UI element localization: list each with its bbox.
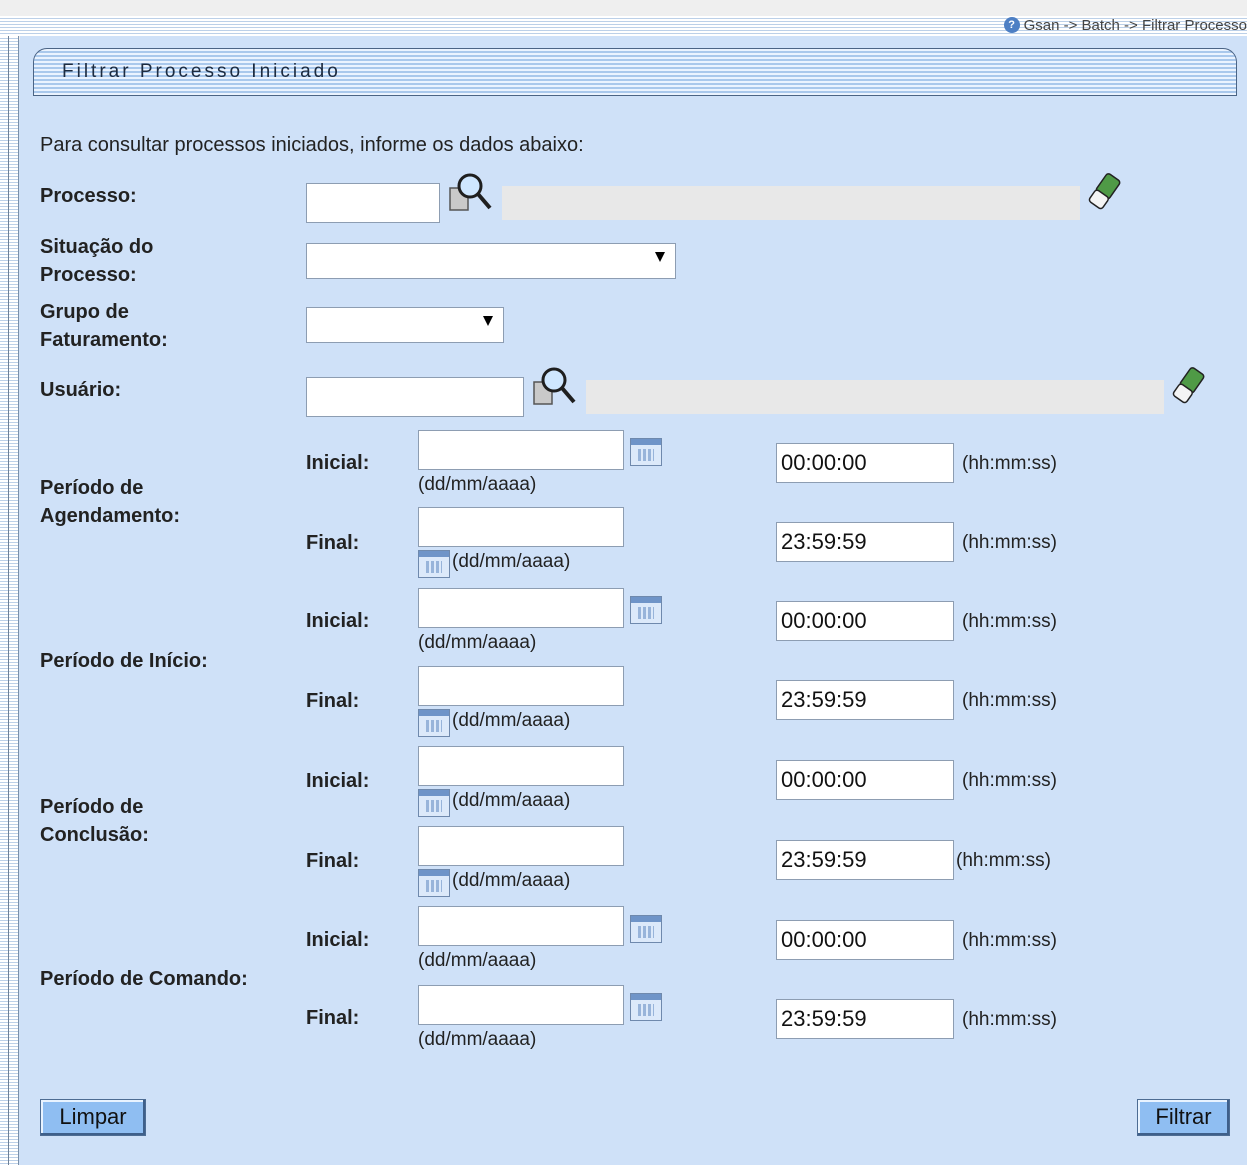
inicio-final-time-format: (hh:mm:ss) <box>962 690 1057 711</box>
left-rail <box>0 36 19 1165</box>
inicio-final-time-input[interactable]: 23:59:59 <box>776 680 954 720</box>
usuario-input[interactable] <box>306 377 524 417</box>
usuario-search-icon[interactable] <box>532 366 578 408</box>
conclusao-inicial-label: Inicial: <box>306 770 370 792</box>
inicio-inicial-date-format: (dd/mm/aaaa) <box>418 632 537 653</box>
comando-inicial-date-input[interactable] <box>418 906 624 946</box>
agendamento-inicial-date-format: (dd/mm/aaaa) <box>418 474 537 495</box>
limpar-button[interactable]: Limpar <box>40 1099 146 1136</box>
agendamento-final-date-input[interactable] <box>418 507 624 547</box>
breadcrumb: ? Gsan -> Batch -> Filtrar Processo <box>1003 14 1247 36</box>
agendamento-inicial-time-input[interactable]: 00:00:00 <box>776 443 954 483</box>
periodo-conclusao-label-line1: Período de <box>40 796 144 818</box>
conclusao-final-date-format: (dd/mm/aaaa) <box>452 870 571 891</box>
processo-search-icon[interactable] <box>448 172 494 214</box>
periodo-comando-label: Período de Comando: <box>40 968 248 990</box>
comando-final-date-format: (dd/mm/aaaa) <box>418 1029 537 1050</box>
agendamento-final-label: Final: <box>306 532 360 554</box>
grupo-select[interactable] <box>306 307 504 343</box>
calendar-icon[interactable] <box>418 709 450 737</box>
comando-inicial-label: Inicial: <box>306 929 370 951</box>
agendamento-final-time-input[interactable]: 23:59:59 <box>776 522 954 562</box>
breadcrumb-text: Gsan -> Batch -> Filtrar Processo <box>1023 16 1247 34</box>
calendar-icon[interactable] <box>630 596 662 624</box>
calendar-icon[interactable] <box>630 915 662 943</box>
inicio-inicial-time-format: (hh:mm:ss) <box>962 611 1057 632</box>
grupo-label-line1: Grupo de <box>40 301 129 323</box>
inicio-inicial-label: Inicial: <box>306 610 370 632</box>
comando-final-date-input[interactable] <box>418 985 624 1025</box>
situacao-select[interactable] <box>306 243 676 279</box>
situacao-label-line1: Situação do <box>40 236 154 258</box>
periodo-agendamento-label-line1: Período de <box>40 477 144 499</box>
periodo-agendamento-label-line2: Agendamento: <box>40 505 180 527</box>
periodo-conclusao-label-line2: Conclusão: <box>40 824 149 846</box>
processo-input[interactable] <box>306 183 440 223</box>
comando-inicial-time-format: (hh:mm:ss) <box>962 930 1057 951</box>
conclusao-inicial-time-format: (hh:mm:ss) <box>962 770 1057 791</box>
agendamento-final-time-format: (hh:mm:ss) <box>962 532 1057 553</box>
chevron-down-icon <box>483 316 493 326</box>
left-rail-line <box>8 36 9 1165</box>
calendar-icon[interactable] <box>418 789 450 817</box>
inicio-inicial-time-input[interactable]: 00:00:00 <box>776 601 954 641</box>
agendamento-final-date-format: (dd/mm/aaaa) <box>452 551 571 572</box>
inicio-inicial-date-input[interactable] <box>418 588 624 628</box>
agendamento-inicial-label: Inicial: <box>306 452 370 474</box>
page-title: Filtrar Processo Iniciado <box>62 61 341 82</box>
processo-label: Processo: <box>40 185 137 207</box>
conclusao-final-label: Final: <box>306 850 360 872</box>
calendar-icon[interactable] <box>630 438 662 466</box>
comando-inicial-date-format: (dd/mm/aaaa) <box>418 950 537 971</box>
comando-inicial-time-input[interactable]: 00:00:00 <box>776 920 954 960</box>
title-bar: Filtrar Processo Iniciado <box>33 48 1237 96</box>
inicio-final-label: Final: <box>306 690 360 712</box>
calendar-icon[interactable] <box>418 869 450 897</box>
comando-final-time-format: (hh:mm:ss) <box>962 1009 1057 1030</box>
periodo-inicio-label: Período de Início: <box>40 650 208 672</box>
conclusao-final-time-format: (hh:mm:ss) <box>956 850 1051 871</box>
calendar-icon[interactable] <box>630 993 662 1021</box>
inicio-final-date-input[interactable] <box>418 666 624 706</box>
calendar-icon[interactable] <box>418 550 450 578</box>
conclusao-final-date-input[interactable] <box>418 826 624 866</box>
usuario-label: Usuário: <box>40 379 122 401</box>
situacao-label-line2: Processo: <box>40 264 137 286</box>
conclusao-inicial-date-input[interactable] <box>418 746 624 786</box>
help-icon[interactable]: ? <box>1003 17 1020 33</box>
processo-eraser-icon[interactable] <box>1086 172 1122 212</box>
agendamento-inicial-time-format: (hh:mm:ss) <box>962 453 1057 474</box>
conclusao-inicial-time-input[interactable]: 00:00:00 <box>776 760 954 800</box>
comando-final-label: Final: <box>306 1007 360 1029</box>
usuario-description <box>586 380 1164 414</box>
filtrar-button[interactable]: Filtrar <box>1137 1099 1230 1136</box>
intro-text: Para consultar processos iniciados, info… <box>40 134 584 156</box>
grupo-label-line2: Faturamento: <box>40 329 168 351</box>
usuario-eraser-icon[interactable] <box>1170 366 1206 406</box>
processo-description <box>502 186 1080 220</box>
comando-final-time-input[interactable]: 23:59:59 <box>776 999 954 1039</box>
chevron-down-icon <box>655 252 665 262</box>
conclusao-inicial-date-format: (dd/mm/aaaa) <box>452 790 571 811</box>
inicio-final-date-format: (dd/mm/aaaa) <box>452 710 571 731</box>
conclusao-final-time-input[interactable]: 23:59:59 <box>776 840 954 880</box>
agendamento-inicial-date-input[interactable] <box>418 430 624 470</box>
